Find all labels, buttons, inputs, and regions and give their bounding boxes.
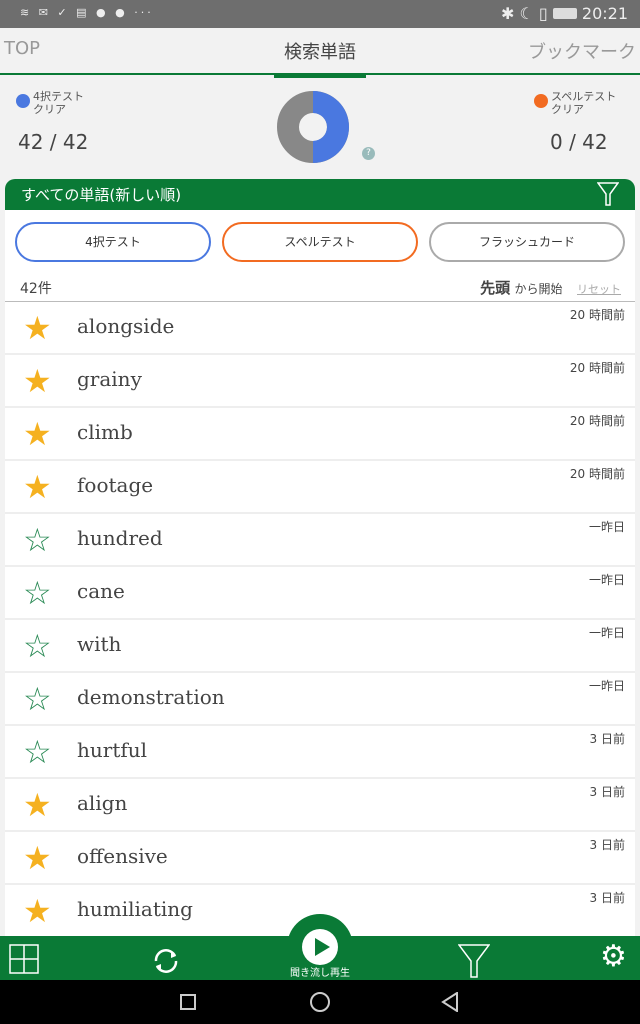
word-row[interactable]: ★ alongside 20 時間前 — [5, 302, 635, 355]
word-time: 3 日前 — [589, 838, 625, 852]
word-time: 一昨日 — [588, 520, 625, 534]
word-row[interactable]: ★ offensive 3 日前 — [5, 832, 635, 885]
word-time: 20 時間前 — [569, 414, 625, 428]
star-outline-icon[interactable]: ☆ — [23, 577, 52, 609]
spell-count: 0 / 42 — [550, 130, 608, 154]
reset-link[interactable]: リセット — [577, 283, 621, 296]
word-text: with — [77, 632, 122, 656]
word-time: 3 日前 — [589, 732, 625, 746]
filter-icon[interactable] — [597, 182, 619, 206]
star-filled-icon[interactable]: ★ — [23, 418, 52, 450]
android-nav-bar — [0, 980, 640, 1024]
star-outline-icon[interactable]: ☆ — [23, 524, 52, 556]
word-time: 一昨日 — [588, 573, 625, 587]
word-text: grainy — [77, 367, 142, 391]
play-icon[interactable] — [302, 929, 338, 965]
start-label: から開始 — [514, 282, 563, 296]
recents-icon[interactable] — [180, 994, 196, 1010]
choice-count: 42 / 42 — [18, 130, 89, 154]
progress-donut — [277, 91, 349, 163]
word-row[interactable]: ★ climb 20 時間前 — [5, 408, 635, 461]
list-header: すべての単語(新しい順) — [5, 179, 635, 210]
word-row[interactable]: ☆ demonstration 一昨日 — [5, 673, 635, 726]
word-time: 一昨日 — [588, 626, 625, 640]
word-time: 20 時間前 — [569, 467, 625, 481]
word-text: offensive — [77, 844, 168, 868]
refresh-icon[interactable] — [151, 946, 181, 976]
word-text: footage — [77, 473, 154, 497]
word-text: align — [77, 791, 128, 815]
battery-icon — [552, 8, 577, 19]
word-row[interactable]: ★ align 3 日前 — [5, 779, 635, 832]
word-text: alongside — [77, 314, 175, 338]
star-filled-icon[interactable]: ★ — [23, 842, 52, 874]
word-time: 20 時間前 — [569, 361, 625, 375]
word-row[interactable]: ☆ hurtful 3 日前 — [5, 726, 635, 779]
word-row[interactable]: ★ grainy 20 時間前 — [5, 355, 635, 408]
spell-sublabel: クリア — [551, 103, 584, 116]
spell-test-button[interactable]: スペルテスト — [222, 222, 418, 262]
spell-dot — [534, 94, 548, 108]
clock: 20:21 — [581, 4, 628, 23]
star-outline-icon[interactable]: ☆ — [23, 736, 52, 768]
system-icons: ✱ ☾ ▯ — [500, 4, 548, 23]
tab-bar: 検索単語 TOP ブックマーク — [0, 28, 640, 78]
choice-sublabel: クリア — [33, 103, 66, 116]
tab-bookmark[interactable]: ブックマーク — [528, 38, 636, 64]
word-row[interactable]: ☆ hundred 一昨日 — [5, 514, 635, 567]
spell-label: スペルテスト — [551, 90, 617, 103]
word-list-card: すべての単語(新しい順) 4択テスト スペルテスト フラッシュカード 42件 先… — [5, 179, 635, 939]
choice-label: 4択テスト — [33, 90, 84, 103]
word-text: humiliating — [77, 897, 193, 921]
word-text: hurtful — [77, 738, 148, 762]
star-filled-icon[interactable]: ★ — [23, 365, 52, 397]
word-time: 3 日前 — [589, 891, 625, 905]
play-button[interactable]: 聞き流し再生 — [287, 914, 353, 980]
choice-dot — [16, 94, 30, 108]
start-position[interactable]: 先頭 — [480, 279, 510, 297]
word-text: climb — [77, 420, 133, 444]
word-row[interactable]: ☆ with 一昨日 — [5, 620, 635, 673]
donut-choice — [313, 91, 349, 163]
star-filled-icon[interactable]: ★ — [23, 471, 52, 503]
word-time: 20 時間前 — [569, 308, 625, 322]
notification-icons: ≋ ✉ ✓ ▤ ● ● ··· — [20, 6, 154, 19]
word-row[interactable]: ★ footage 20 時間前 — [5, 461, 635, 514]
star-filled-icon[interactable]: ★ — [23, 789, 52, 821]
star-outline-icon[interactable]: ☆ — [23, 630, 52, 662]
word-count: 42件 — [20, 281, 52, 297]
star-outline-icon[interactable]: ☆ — [23, 683, 52, 715]
filter-icon[interactable] — [458, 944, 490, 978]
choice-test-button[interactable]: 4択テスト — [15, 222, 211, 262]
help-icon[interactable]: ? — [362, 147, 375, 160]
word-row[interactable]: ☆ cane 一昨日 — [5, 567, 635, 620]
tab-top[interactable]: TOP — [4, 38, 40, 59]
star-filled-icon[interactable]: ★ — [23, 312, 52, 344]
stats-panel: 4択テスト クリア 42 / 42 ? スペルテスト クリア 0 / 42 — [0, 75, 640, 175]
grid-icon[interactable] — [9, 944, 39, 974]
status-bar: ≋ ✉ ✓ ▤ ● ● ··· ✱ ☾ ▯ 20:21 — [0, 0, 640, 28]
word-time: 一昨日 — [588, 679, 625, 693]
word-text: hundred — [77, 526, 163, 550]
flashcard-button[interactable]: フラッシュカード — [429, 222, 625, 262]
word-text: cane — [77, 579, 125, 603]
play-label: 聞き流し再生 — [290, 968, 350, 979]
star-filled-icon[interactable]: ★ — [23, 895, 52, 927]
home-icon[interactable] — [310, 992, 330, 1012]
list-meta: 42件 先頭 から開始 リセット — [5, 275, 635, 302]
settings-icon[interactable]: ⚙ — [600, 941, 627, 973]
word-text: demonstration — [77, 685, 225, 709]
list-title: すべての単語(新しい順) — [21, 186, 182, 204]
back-icon[interactable] — [441, 992, 459, 1012]
word-time: 3 日前 — [589, 785, 625, 799]
